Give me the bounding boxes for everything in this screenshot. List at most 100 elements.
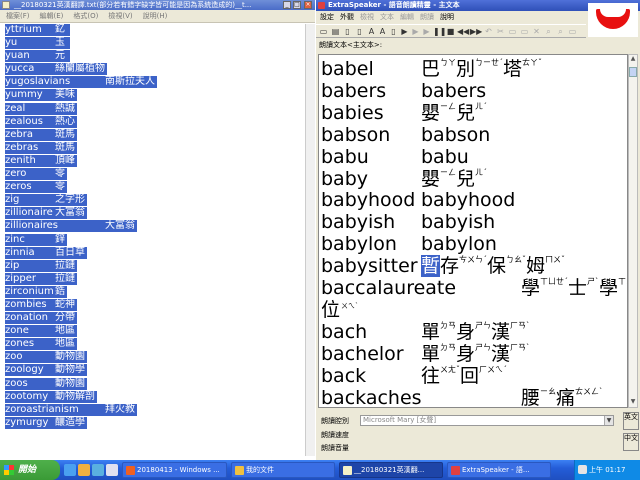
cut-icon[interactable]: ✂ <box>496 27 505 36</box>
open-icon[interactable]: ▭ <box>319 27 328 36</box>
chinese-button[interactable]: 中文 <box>623 433 639 451</box>
media-quicklaunch-icon[interactable] <box>78 464 90 476</box>
file-icon[interactable]: ▯ <box>343 27 352 36</box>
speaker-menu-item[interactable]: 檢視 <box>360 11 374 23</box>
copy-icon[interactable]: ▭ <box>508 27 517 36</box>
notepad-menu-item[interactable]: 檢視(V) <box>108 10 132 23</box>
speaker-menu-item[interactable]: 文本 <box>380 11 394 23</box>
play-icon[interactable]: ▶ <box>400 27 409 36</box>
notepad-menu-item[interactable]: 檔案(F) <box>6 10 30 23</box>
find-icon[interactable]: ⌕ <box>544 27 553 36</box>
select-all-icon[interactable]: ▭ <box>568 27 577 36</box>
english-word: zoroastrianism <box>5 403 79 415</box>
notepad-line[interactable]: zones 地區 <box>0 338 305 351</box>
desktop-quicklaunch-icon[interactable] <box>92 464 104 476</box>
taskbar-window-button[interactable]: 我的文件 <box>231 462 335 478</box>
notepad-line[interactable]: zebra 斑馬 <box>0 128 305 142</box>
page-icon[interactable]: ▯ <box>389 27 398 36</box>
notepad-line[interactable]: zeros 零 <box>0 181 305 194</box>
chevron-down-icon[interactable]: ▼ <box>604 416 613 425</box>
step-icon[interactable]: ▶ <box>422 27 431 36</box>
notepad-line[interactable]: zymurgy 釀造學 <box>0 416 305 430</box>
notepad-menu-item[interactable]: 格式(O) <box>73 10 98 23</box>
tray-icon[interactable] <box>578 465 587 474</box>
notepad-line[interactable]: zeal 熱誠 <box>0 102 305 116</box>
notepad-line[interactable]: zonation 分帶 <box>0 312 305 325</box>
notepad-line[interactable]: zombies 蛇神 <box>0 298 305 312</box>
previous-icon[interactable]: ◀◀ <box>457 27 469 36</box>
notepad-line[interactable]: zebras 斑馬 <box>0 141 305 155</box>
replace-icon[interactable]: ⌕ <box>556 27 565 36</box>
english-word: zebras <box>5 141 39 153</box>
notepad-line[interactable]: yummy 美味 <box>0 89 305 102</box>
scroll-up-icon[interactable]: ▲ <box>629 55 637 64</box>
notepad-scrollbar[interactable] <box>305 24 315 456</box>
stop-icon[interactable]: ■ <box>446 27 455 36</box>
entry-english: babylon <box>321 233 397 256</box>
notepad-line[interactable]: yucca 絲蘭屬植物 <box>0 63 305 76</box>
notepad-line[interactable]: yttrium 釔 <box>0 24 305 37</box>
notepad-line[interactable]: zoology 動物學 <box>0 364 305 377</box>
next-icon[interactable]: ▶▶ <box>470 27 482 36</box>
speaker-text-area[interactable]: babel 巴ㄅㄚ別ㄅㄧㄝˊ塔ㄊㄚˇ babers babers babies 嬰ㄧㄥ兒ㄦ… <box>318 54 628 408</box>
delete-icon[interactable]: ✕ <box>532 27 541 36</box>
notepad-line[interactable]: zig 之字形 <box>0 194 305 207</box>
notepad-line[interactable]: zinnia 百日草 <box>0 246 305 260</box>
notepad-line[interactable]: zoo 動物園 <box>0 351 305 364</box>
notepad-line[interactable]: yugoslavians 南斯拉夫人 <box>0 76 305 89</box>
notepad-line[interactable]: zillionaires 大富翁 <box>0 220 305 233</box>
undo-icon[interactable]: ↶ <box>484 27 493 36</box>
explorer-quicklaunch-icon[interactable] <box>106 464 118 476</box>
notepad-line[interactable]: zillionaire 大富翁 <box>0 207 305 220</box>
taskbar: 開始 20180413 - Windows ... 我的文件 __20180321英… <box>0 460 640 480</box>
play-next-icon[interactable]: ▶ <box>411 27 420 36</box>
speaker-scrollbar[interactable]: ▲ ▼ <box>628 54 638 408</box>
taskbar-window-button[interactable]: ExtraSpeaker - 語... <box>447 462 551 478</box>
notepad-line[interactable]: zoos 動物園 <box>0 377 305 391</box>
speaker-menu-item[interactable]: 編輯 <box>400 11 414 23</box>
english-word: yugoslavians <box>5 76 71 88</box>
save-icon[interactable]: ▤ <box>331 27 340 36</box>
notepad-menu-item[interactable]: 說明(H) <box>143 10 168 23</box>
notepad-line[interactable]: zinc 鋅 <box>0 233 305 247</box>
notepad-line[interactable]: zenith 頂峰 <box>0 154 305 168</box>
notepad-menu-item[interactable]: 編輯(E) <box>40 10 64 23</box>
notepad-titlebar[interactable]: __20180321英漢翻譯.txt(部分若有錯字缺字皆可能是因為系統造成的)_… <box>0 0 315 10</box>
notepad-text-area[interactable]: yttrium 釔 yu 玉 yuan 元 yucca 絲蘭屬植物 yugoslavians 南斯… <box>0 24 305 456</box>
english-button[interactable]: 英文 <box>623 412 639 430</box>
speaker-menu-item[interactable]: 說明 <box>440 11 454 23</box>
bopomofo-annotation: ㄒㄩㄝˊ <box>618 277 627 286</box>
window-app-icon <box>451 466 460 475</box>
notepad-line[interactable]: zip 拉鏈 <box>0 259 305 273</box>
start-button[interactable]: 開始 <box>0 460 60 480</box>
chinese-definition: 零 <box>55 168 65 180</box>
scroll-down-icon[interactable]: ▼ <box>629 398 637 407</box>
notepad-line[interactable]: zipper 拉鏈 <box>0 272 305 286</box>
speaker-menu-item[interactable]: 外觀 <box>340 11 354 23</box>
paste-icon[interactable]: ▭ <box>520 27 529 36</box>
taskbar-window-button[interactable]: 20180413 - Windows ... <box>122 462 227 478</box>
notepad-line[interactable]: zero 零 <box>0 168 305 181</box>
english-word: zombies <box>5 298 47 310</box>
document-icon[interactable]: ▯ <box>355 27 364 36</box>
notepad-line[interactable]: zealous 熱心 <box>0 115 305 129</box>
minimize-icon[interactable]: _ <box>283 1 291 9</box>
notepad-line[interactable]: zootomy 動物解剖 <box>0 390 305 404</box>
chinese-character: 保 <box>487 255 507 278</box>
pause-icon[interactable]: ❚❚ <box>433 27 446 36</box>
notepad-line[interactable]: zone 地區 <box>0 325 305 338</box>
notepad-line[interactable]: zoroastrianism 拜火教 <box>0 403 305 417</box>
notepad-line[interactable]: yuan 元 <box>0 50 305 63</box>
speaker-menu-item[interactable]: 朗讀 <box>420 11 434 23</box>
voice-select[interactable]: Microsoft Mary [女聲] ▼ <box>360 415 614 426</box>
ie-quicklaunch-icon[interactable] <box>64 464 76 476</box>
font-icon[interactable]: A <box>367 27 376 36</box>
text-box-icon[interactable]: A <box>378 27 387 36</box>
scroll-thumb[interactable] <box>629 67 637 77</box>
notepad-line[interactable]: yu 玉 <box>0 37 305 50</box>
speaker-menu-item[interactable]: 設定 <box>320 11 334 23</box>
taskbar-window-button[interactable]: __20180321英漢翻... <box>339 462 443 478</box>
notepad-line[interactable]: zirconium 鋯 <box>0 285 305 299</box>
maximize-icon[interactable]: □ <box>293 1 301 9</box>
close-icon[interactable]: × <box>304 1 312 9</box>
